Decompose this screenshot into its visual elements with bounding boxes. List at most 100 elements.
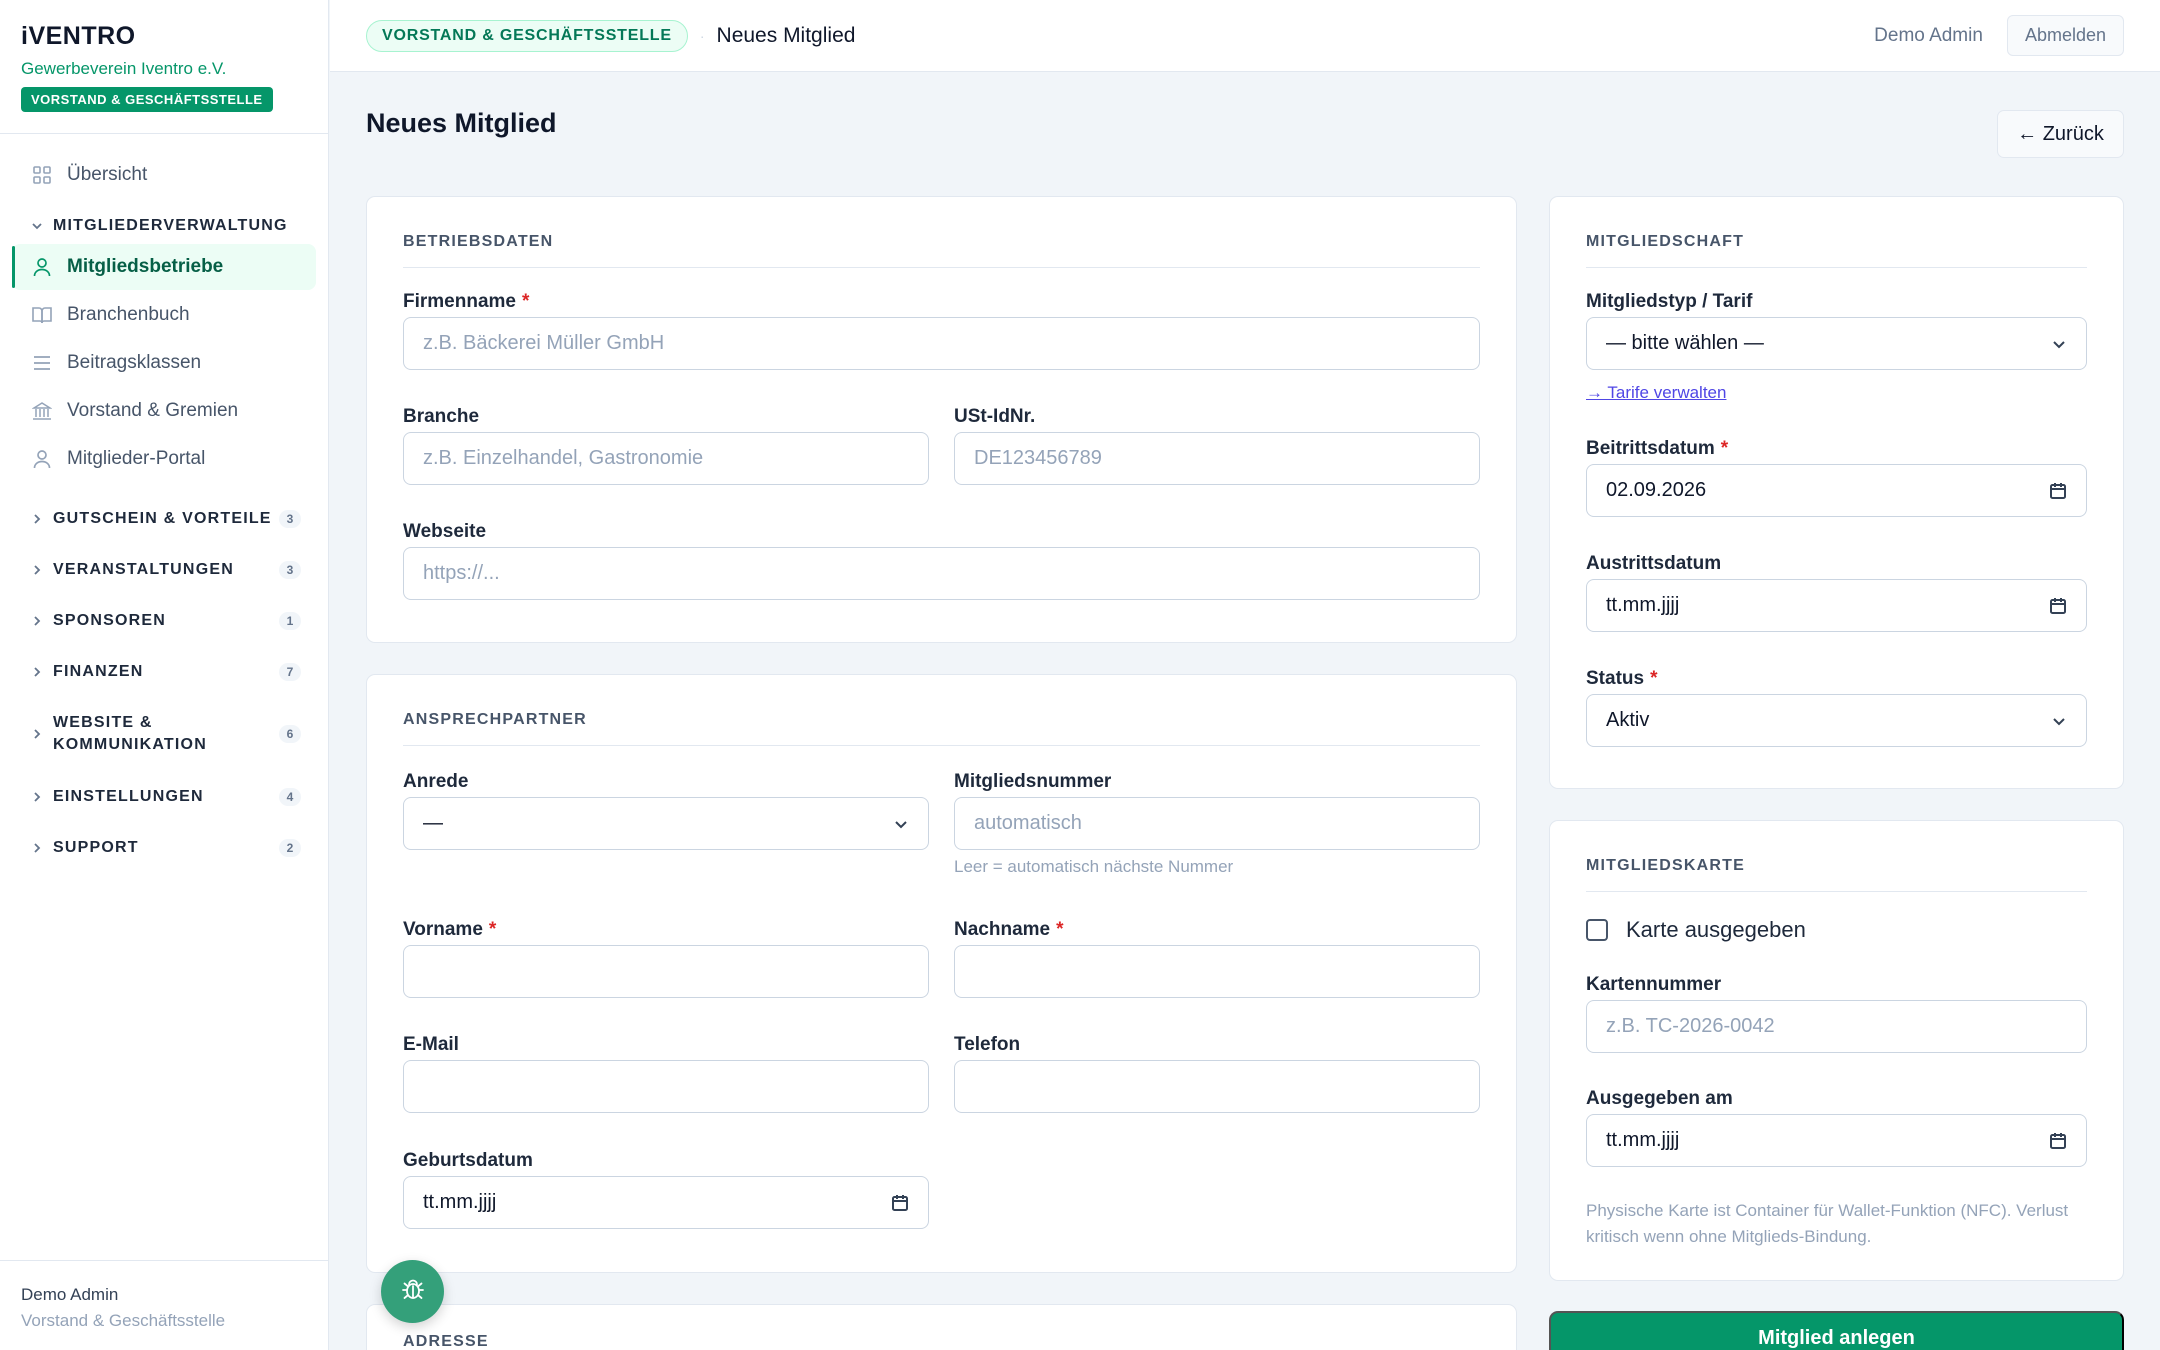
back-button[interactable]: ← Zurück [1997, 110, 2124, 158]
field-mitgliedsnummer: Mitgliedsnummer automatisch Leer = autom… [954, 770, 1480, 880]
sidebar-group-website[interactable]: WEBSITE & KOMMUNIKATION 6 [12, 697, 316, 771]
calendar-icon[interactable] [2049, 482, 2067, 500]
field-vorname: Vorname * [403, 918, 929, 998]
nachname-input[interactable] [954, 945, 1480, 998]
field-hint: Leer = automatisch nächste Nummer [954, 857, 1234, 876]
count-badge: 6 [279, 725, 301, 743]
sidebar-group-label: VERANSTALTUNGEN [53, 561, 234, 578]
field-email: E-Mail [403, 1033, 929, 1113]
geburtsdatum-date-input[interactable]: tt.mm.jjjj [403, 1176, 929, 1229]
bug-icon [400, 1276, 426, 1307]
chevron-right-icon [30, 728, 44, 740]
mitglied-anlegen-button[interactable]: Mitglied anlegen [1549, 1311, 2124, 1350]
sidebar-item-mitglieder-portal[interactable]: Mitglieder-Portal [12, 436, 316, 482]
sidebar-group-einstellungen[interactable]: EINSTELLUNGEN 4 [12, 771, 316, 822]
sidebar-item-label: Übersicht [67, 164, 148, 185]
brand: iVENTRO Gewerbeverein Iventro e.V. VORST… [0, 0, 328, 134]
sidebar-item-branchenbuch[interactable]: Branchenbuch [12, 292, 316, 338]
field-tarif: Mitgliedstyp / Tarif — bitte wählen — → … [1586, 290, 2087, 402]
karte-ausgegeben-checkbox-row[interactable]: Karte ausgegeben [1586, 917, 1806, 943]
divider [403, 745, 1480, 746]
sidebar-group-gutschein[interactable]: GUTSCHEIN & VORTEILE 3 [12, 494, 316, 544]
divider [1586, 267, 2087, 268]
section-title: MITGLIEDSKARTE [1586, 857, 1746, 874]
mitgliedsnummer-input[interactable]: automatisch [954, 797, 1480, 850]
card-mitgliedskarte: MITGLIEDSKARTE Karte ausgegeben Kartennu… [1549, 820, 2124, 1281]
date-value: tt.mm.jjjj [1606, 594, 1680, 616]
ausgegeben-am-date-input[interactable]: tt.mm.jjjj [1586, 1114, 2087, 1167]
sidebar-item-beitragsklassen[interactable]: Beitragsklassen [12, 340, 316, 386]
sidebar-group-finanzen[interactable]: FINANZEN 7 [12, 646, 316, 697]
vorname-input[interactable] [403, 945, 929, 998]
field-label: Vorname * [403, 919, 497, 940]
chevron-down-icon [2051, 713, 2067, 729]
austrittsdatum-date-input[interactable]: tt.mm.jjjj [1586, 579, 2087, 632]
chevron-right-icon [30, 615, 44, 627]
ustid-input[interactable]: DE123456789 [954, 432, 1480, 485]
count-badge: 4 [279, 787, 301, 806]
sidebar-group-sponsoren[interactable]: SPONSOREN 1 [12, 595, 316, 646]
section-title: MITGLIEDSCHAFT [1586, 233, 1745, 250]
field-branche: Branche z.B. Einzelhandel, Gastronomie [403, 405, 929, 485]
sidebar-nav: Übersicht MITGLIEDERVERWALTUNG Mitglieds… [0, 134, 328, 873]
sidebar-item-uebersicht[interactable]: Übersicht [12, 152, 316, 198]
book-icon [31, 304, 53, 326]
anrede-select[interactable]: — [403, 797, 929, 850]
count-badge: 3 [279, 510, 301, 528]
logout-button[interactable]: Abmelden [2006, 15, 2124, 56]
section-title: BETRIEBSDATEN [403, 233, 554, 250]
user-icon [31, 256, 53, 278]
field-label: Nachname * [954, 919, 1064, 940]
breadcrumb-role-badge: VORSTAND & GESCHÄFTSSTELLE [366, 19, 688, 52]
bug-report-button[interactable] [381, 1260, 444, 1323]
kartennummer-input[interactable]: z.B. TC-2026-0042 [1586, 1000, 2087, 1053]
sidebar-group-veranstaltungen[interactable]: VERANSTALTUNGEN 3 [12, 545, 316, 595]
sidebar-item-label: Beitragsklassen [67, 352, 202, 373]
karte-ausgegeben-checkbox[interactable] [1586, 919, 1608, 941]
calendar-icon[interactable] [2049, 597, 2067, 615]
sidebar-item-mitgliedsbetriebe[interactable]: Mitgliedsbetriebe [12, 244, 316, 290]
telefon-input[interactable] [954, 1060, 1480, 1113]
webseite-input[interactable]: https://... [403, 547, 1480, 600]
footer-user-name: Demo Admin [21, 1285, 119, 1304]
field-label: Webseite [403, 521, 487, 542]
tarife-verwalten-link[interactable]: → Tarife verwalten [1586, 383, 1726, 403]
sidebar-item-vorstand[interactable]: Vorstand & Gremien [12, 388, 316, 434]
section-title: ADRESSE [403, 1333, 489, 1350]
sidebar-group-mitgliederverwaltung[interactable]: MITGLIEDERVERWALTUNG [12, 208, 316, 244]
input-placeholder: z.B. Einzelhandel, Gastronomie [423, 447, 704, 469]
branche-input[interactable]: z.B. Einzelhandel, Gastronomie [403, 432, 929, 485]
card-note: Physische Karte ist Container für Wallet… [1586, 1201, 2069, 1246]
field-label: Mitgliedsnummer [954, 771, 1112, 792]
field-status: Status * Aktiv [1586, 667, 2087, 747]
tarif-select[interactable]: — bitte wählen — [1586, 317, 2087, 370]
field-firmenname: Firmenname * z.B. Bäckerei Müller GmbH [403, 290, 1480, 370]
beitrittsdatum-date-input[interactable]: 02.09.2026 [1586, 464, 2087, 517]
input-placeholder: https://... [423, 562, 500, 584]
email-input[interactable] [403, 1060, 929, 1113]
firmenname-input[interactable]: z.B. Bäckerei Müller GmbH [403, 317, 1480, 370]
field-label: Austrittsdatum [1586, 553, 1722, 574]
sidebar-group-support[interactable]: SUPPORT 2 [12, 822, 316, 873]
calendar-icon[interactable] [891, 1194, 909, 1212]
required-marker: * [1650, 668, 1658, 689]
checkbox-label: Karte ausgegeben [1626, 917, 1806, 942]
card-betriebsdaten: BETRIEBSDATEN Firmenname * z.B. Bäckerei … [366, 196, 1517, 643]
field-webseite: Webseite https://... [403, 520, 1480, 600]
list-icon [31, 352, 53, 374]
status-select[interactable]: Aktiv [1586, 694, 2087, 747]
sidebar-group-label: EINSTELLUNGEN [53, 787, 204, 805]
sidebar-footer: Demo Admin Vorstand & Geschäftsstelle [0, 1260, 328, 1350]
input-placeholder: z.B. TC-2026-0042 [1606, 1015, 1775, 1037]
field-label: Kartennummer [1586, 974, 1722, 995]
calendar-icon[interactable] [2049, 1132, 2067, 1150]
topbar: VORSTAND & GESCHÄFTSSTELLE · Neues Mitgl… [330, 0, 2160, 72]
field-label: Telefon [954, 1034, 1021, 1055]
chevron-down-icon [2051, 336, 2067, 352]
footer-user-role: Vorstand & Geschäftsstelle [21, 1311, 226, 1330]
select-value: — [423, 812, 443, 834]
chevron-right-icon [30, 666, 44, 678]
field-label: Ausgegeben am [1586, 1088, 1733, 1109]
brand-logo[interactable]: iVENTRO [21, 22, 307, 51]
brand-org: Gewerbeverein Iventro e.V. [21, 59, 227, 78]
